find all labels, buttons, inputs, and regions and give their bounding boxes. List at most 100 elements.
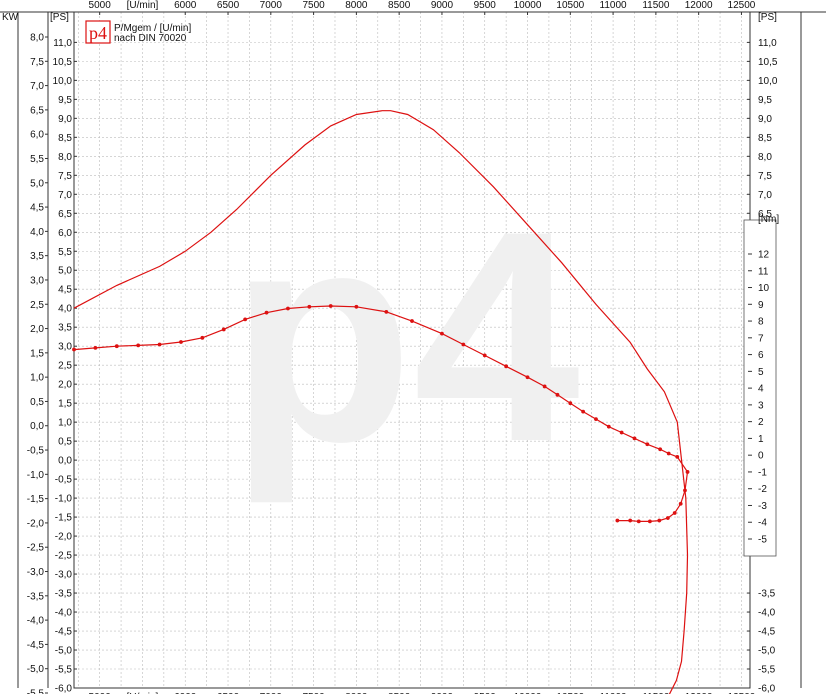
torque-data-point [328, 304, 333, 308]
ps-tick-label: 5,5 [58, 247, 72, 258]
torque-data-point [354, 304, 359, 309]
torque-data-point [581, 409, 586, 414]
torque-data-point [675, 454, 680, 459]
ps-unit-label-right: [PS] [758, 12, 777, 23]
nm-tick-label: 0 [758, 451, 764, 462]
ps-tick-label: 10,5 [53, 57, 73, 68]
kw-tick-label: -2,5 [27, 543, 45, 554]
ps-tick-label-right: 9,5 [758, 95, 772, 106]
torque-data-point [72, 347, 76, 352]
nm-tick-label: 8 [758, 317, 764, 328]
x-tick-label-top: 9000 [431, 0, 454, 11]
watermark: p4 [230, 168, 582, 506]
nm-tick-label: -5 [758, 535, 767, 546]
x-tick-label-top: 12000 [685, 0, 713, 11]
ps-tick-label: -2,0 [55, 532, 73, 543]
nm-tick-label: 3 [758, 400, 764, 411]
nm-tick-label: 1 [758, 434, 764, 445]
ps-tick-label: 3,5 [58, 323, 72, 334]
kw-tick-label: 0,0 [30, 421, 44, 432]
ps-tick-label: -4,0 [55, 608, 73, 619]
ps-tick-label-right: 10,0 [758, 76, 778, 87]
kw-tick-label: 1,0 [30, 373, 44, 384]
nm-tick-label: -2 [758, 484, 767, 495]
kw-tick-label: 3,0 [30, 275, 44, 286]
x-tick-label-top: 7000 [260, 0, 283, 11]
torque-data-point [683, 488, 687, 493]
kw-tick-label: 4,5 [30, 203, 44, 214]
torque-data-point [672, 511, 677, 515]
ps-tick-label-right: 8,5 [758, 133, 772, 144]
legend: p4 P/Mgem / [U/min]nach DIN 70020 [85, 20, 191, 44]
ps-tick-label: 0,5 [58, 437, 72, 448]
torque-data-point [636, 519, 641, 524]
chart: 5000500060006000650065007000700075007500… [0, 0, 826, 694]
torque-data-point [685, 470, 690, 474]
torque-data-point [243, 317, 248, 322]
x-tick-label-top: 11500 [642, 0, 670, 11]
torque-data-point [594, 417, 598, 422]
nm-tick-label: 5 [758, 367, 764, 378]
torque-data-point [657, 518, 662, 523]
ps-tick-label: -3,5 [55, 589, 73, 600]
torque-data-point [307, 304, 312, 309]
torque-data-point [157, 342, 162, 347]
torque-data-point [542, 384, 547, 389]
x-tick-label-top: 6000 [174, 0, 197, 11]
x-tick-label-top: 7500 [302, 0, 325, 11]
kw-tick-label: 1,5 [30, 348, 44, 359]
kw-tick-label: 3,5 [30, 251, 44, 262]
kw-tick-label: 4,0 [30, 227, 44, 238]
nm-tick-label: -3 [758, 501, 767, 512]
ps-tick-label-right: -6,0 [758, 684, 776, 694]
kw-tick-label: 2,5 [30, 300, 44, 311]
ps-tick-label-right: 10,5 [758, 57, 778, 68]
ps-tick-label: -0,5 [55, 475, 73, 486]
x-tick-label-top: 5000 [89, 0, 112, 11]
ps-tick-label: 8,0 [58, 152, 72, 163]
ps-tick-label-right: -4,0 [758, 608, 776, 619]
ps-tick-label: 2,0 [58, 380, 72, 391]
kw-tick-label: 7,0 [30, 81, 44, 92]
x-tick-label-top: 8500 [388, 0, 411, 11]
ps-tick-label-right: -4,5 [758, 627, 776, 638]
nm-tick-label: 12 [758, 250, 770, 261]
torque-data-point [221, 327, 226, 332]
torque-data-point [525, 375, 530, 380]
torque-data-point [645, 442, 650, 447]
torque-data-point [647, 519, 652, 524]
kw-tick-label: -2,0 [27, 518, 45, 529]
x-unit-label-top: [U/min] [127, 0, 159, 11]
torque-data-point [606, 424, 611, 429]
watermark-text: p4 [230, 168, 582, 506]
kw-tick-label: 7,5 [30, 57, 44, 68]
x-tick-label-top: 10500 [556, 0, 584, 11]
torque-data-point [632, 436, 637, 441]
torque-data-point [461, 342, 466, 347]
kw-tick-label: -4,5 [27, 640, 45, 651]
torque-data-point [440, 331, 444, 336]
ps-tick-label: -1,5 [55, 513, 73, 524]
nm-tick-label: 7 [758, 333, 764, 344]
ps-tick-label: -4,5 [55, 627, 73, 638]
nm-tick-label: -1 [758, 467, 767, 478]
torque-data-point [619, 430, 624, 435]
x-tick-label-top: 8000 [345, 0, 368, 11]
torque-data-point [658, 447, 663, 452]
kw-tick-label: 5,0 [30, 178, 44, 189]
kw-tick-label: 6,0 [30, 130, 44, 141]
ps-tick-label-right: 9,0 [758, 114, 772, 125]
kw-tick-label: 8,0 [30, 33, 44, 44]
nm-tick-label: 4 [758, 384, 764, 395]
x-tick-label-top: 9500 [474, 0, 497, 11]
legend-entry: nach DIN 70020 [114, 33, 187, 44]
ps-tick-label-right: -3,5 [758, 589, 776, 600]
ps-tick-label: -1,0 [55, 494, 73, 505]
nm-unit-label: [Nm] [758, 214, 779, 225]
ps-tick-label-right: 7,5 [758, 171, 772, 182]
torque-data-point [136, 343, 141, 348]
torque-data-point [666, 451, 671, 456]
torque-data-point [615, 518, 620, 523]
ps-tick-label-right: 11,0 [758, 38, 777, 49]
torque-data-point [678, 501, 683, 506]
